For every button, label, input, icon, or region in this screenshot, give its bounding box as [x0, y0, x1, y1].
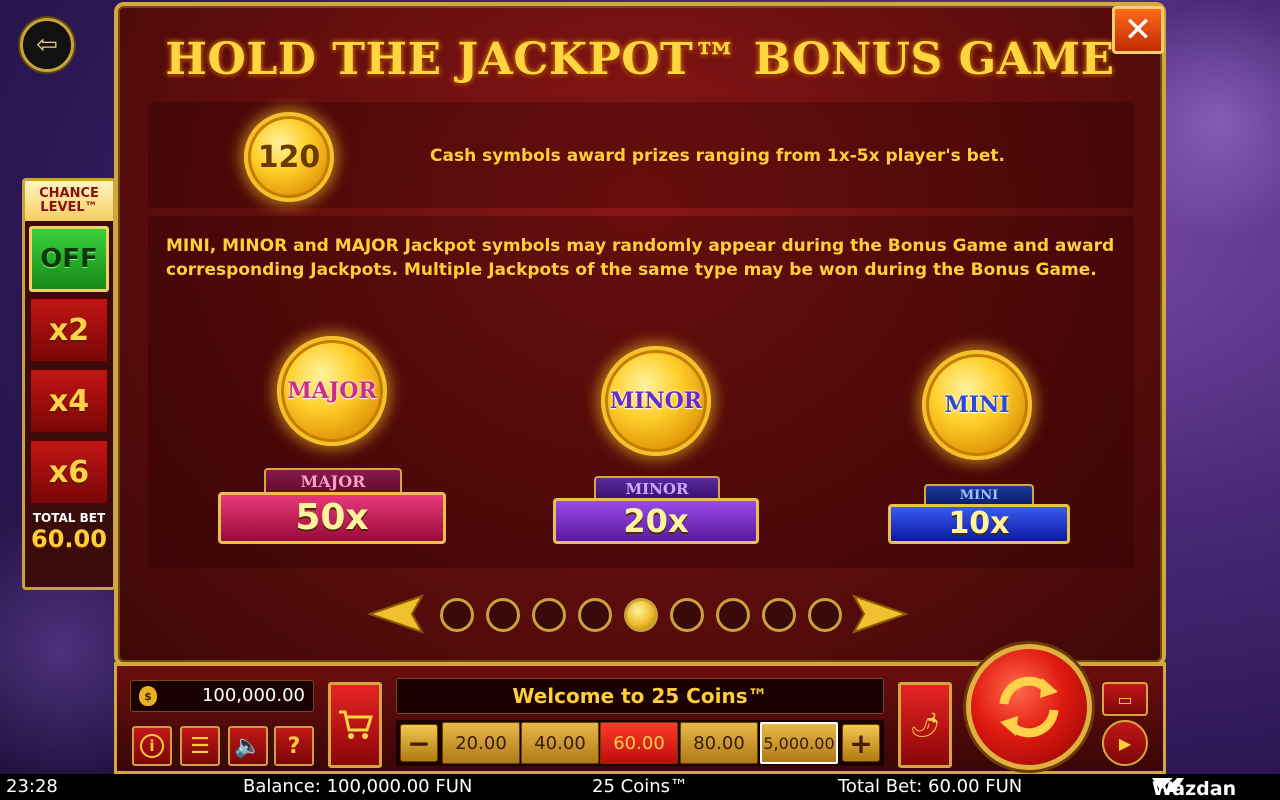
mini-tag: MINI	[924, 484, 1034, 506]
status-total-bet: Total Bet: 60.00 FUN	[838, 776, 1023, 797]
page-dot[interactable]	[808, 598, 842, 632]
major-coin-icon: MAJOR	[277, 336, 387, 446]
chance-level-title: CHANCE LEVEL™	[25, 181, 113, 221]
chance-x6-button[interactable]: x6	[29, 439, 109, 505]
bet-option[interactable]: 5,000.00	[760, 722, 838, 764]
total-bet-value: 60.00	[31, 525, 107, 553]
settings-button[interactable]: ▭	[1102, 682, 1148, 716]
increase-bet-button[interactable]: +	[842, 724, 880, 762]
decrease-bet-button[interactable]: −	[400, 724, 438, 762]
major-coin-label: MAJOR	[287, 378, 377, 404]
mini-coin-label: MINI	[944, 392, 1010, 418]
help-button[interactable]: ?	[274, 726, 314, 766]
message-display: Welcome to 25 Coins™	[396, 678, 884, 714]
total-bet-label: TOTAL BET	[32, 511, 106, 525]
balance-value: 100,000.00	[201, 685, 305, 706]
buy-feature-button[interactable]	[328, 682, 382, 768]
spin-icon	[999, 676, 1059, 738]
page-dot[interactable]	[716, 598, 750, 632]
chance-x4-button[interactable]: x4	[29, 368, 109, 434]
page-dot[interactable]	[578, 598, 612, 632]
major-multiplier: 50x	[218, 492, 446, 544]
page-dot[interactable]	[670, 598, 704, 632]
cart-icon	[339, 710, 373, 739]
minor-tag: MINOR	[594, 476, 720, 500]
close-button[interactable]: ✕	[1112, 6, 1164, 54]
close-icon: ✕	[1123, 10, 1153, 50]
mini-multiplier: 10x	[888, 504, 1070, 544]
bet-option[interactable]: 40.00	[521, 722, 599, 764]
minor-coin-label: MINOR	[609, 388, 703, 414]
cash-coin-icon: 120	[244, 112, 334, 202]
autoplay-button[interactable]: ▶	[1102, 720, 1148, 766]
status-bar: 23:28 Balance: 100,000.00 FUN 25 Coins™ …	[0, 774, 1280, 800]
status-balance: Balance: 100,000.00 FUN	[243, 776, 473, 797]
exit-button[interactable]: ⇦	[20, 18, 74, 72]
bet-option[interactable]: 80.00	[680, 722, 758, 764]
minor-multiplier: 20x	[553, 498, 759, 544]
sound-button[interactable]: 🔈	[228, 726, 268, 766]
menu-icon: ☰	[190, 733, 210, 759]
page-dot[interactable]	[486, 598, 520, 632]
spin-button[interactable]	[966, 644, 1092, 770]
autoplay-icon: ▶	[1118, 733, 1132, 753]
chance-level-panel: CHANCE LEVEL™ OFF x2 x4 x6 TOTAL BET 60.…	[22, 178, 116, 590]
cash-description: Cash symbols award prizes ranging from 1…	[430, 146, 1005, 166]
help-icon: ?	[287, 733, 301, 759]
minor-coin-icon: MINOR	[601, 346, 711, 456]
sound-icon: 🔈	[234, 733, 262, 759]
page-dot[interactable]	[762, 598, 796, 632]
page-title: HOLD THE JACKPOT™ BONUS GAME	[165, 34, 1115, 85]
next-page-arrow-icon[interactable]	[852, 594, 908, 634]
clock: 23:28	[6, 776, 58, 797]
info-button[interactable]: i	[132, 726, 172, 766]
chance-off-button[interactable]: OFF	[29, 226, 109, 292]
balance-display: $ 100,000.00	[130, 680, 314, 712]
mini-coin-icon: MINI	[922, 350, 1032, 460]
previous-page-arrow-icon[interactable]	[368, 594, 424, 634]
settings-icon: ▭	[1117, 689, 1133, 709]
major-tag: MAJOR	[264, 468, 402, 494]
page-dot[interactable]	[532, 598, 566, 632]
volatility-button[interactable]: 🌶	[898, 682, 952, 768]
status-game-name: 25 Coins™	[592, 776, 688, 797]
page-navigation	[368, 592, 912, 638]
exit-icon: ⇦	[36, 30, 58, 60]
jackpot-description: MINI, MINOR and MAJOR Jackpot symbols ma…	[166, 236, 1115, 280]
page-dot-current[interactable]	[624, 598, 658, 632]
page-dot[interactable]	[440, 598, 474, 632]
cash-coin-value: 120	[257, 139, 321, 175]
info-icon: i	[140, 734, 164, 758]
chance-x2-button[interactable]: x2	[29, 297, 109, 363]
bet-option[interactable]: 20.00	[442, 722, 520, 764]
menu-button[interactable]: ☰	[180, 726, 220, 766]
bet-option-selected[interactable]: 60.00	[600, 722, 678, 764]
money-bag-icon: $	[139, 686, 157, 706]
chili-icon: 🌶	[909, 711, 941, 739]
